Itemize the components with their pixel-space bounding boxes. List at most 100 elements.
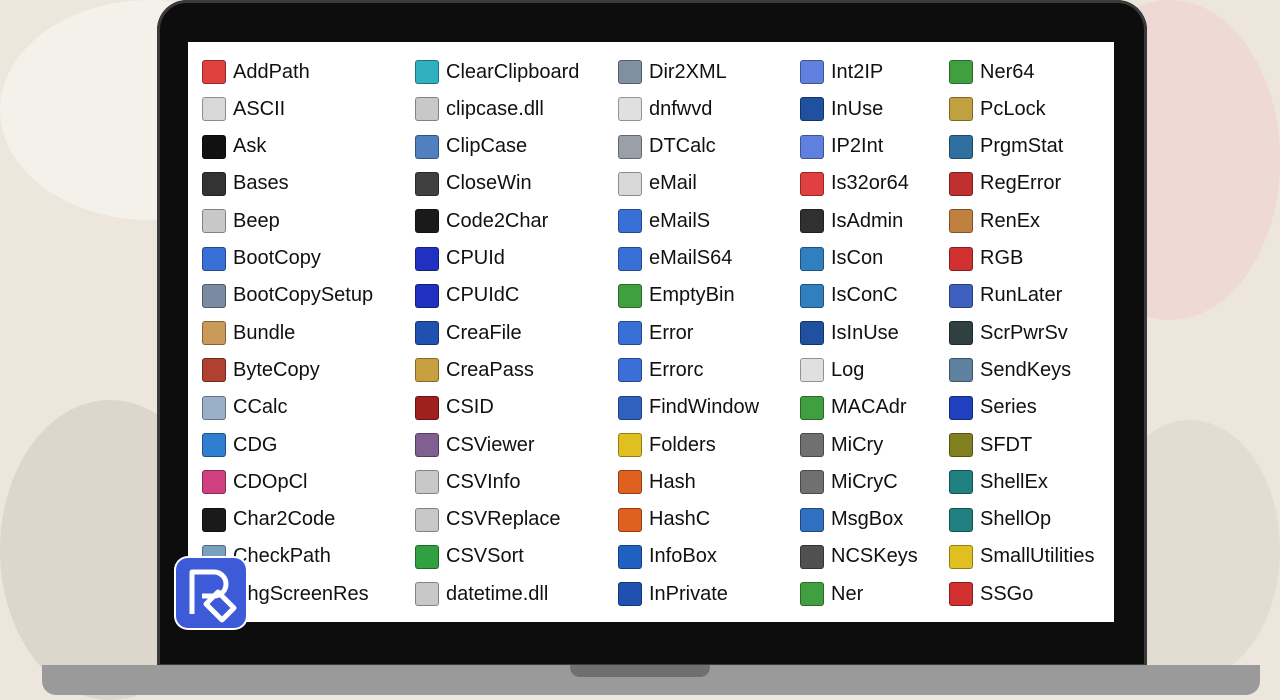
file-item[interactable]: SmallUtilities	[949, 542, 1094, 572]
file-item[interactable]: PrgmStat	[949, 132, 1063, 162]
file-item[interactable]: NCSKeys	[800, 542, 918, 572]
file-item[interactable]: Is32or64	[800, 169, 909, 199]
file-item[interactable]: InUse	[800, 94, 883, 124]
file-item[interactable]: IsInUse	[800, 318, 899, 348]
file-item[interactable]: CreaFile	[415, 318, 522, 348]
file-item-label: DTCalc	[649, 135, 716, 158]
file-item[interactable]: CPUId	[415, 244, 505, 274]
file-item[interactable]: Int2IP	[800, 57, 883, 87]
file-item[interactable]: ShellOp	[949, 505, 1051, 535]
file-item[interactable]: CDG	[202, 430, 277, 460]
file-item[interactable]: MiCryC	[800, 467, 898, 497]
csv-info-icon	[415, 470, 439, 495]
file-item[interactable]: eMailS64	[618, 244, 732, 274]
file-item[interactable]: CCalc	[202, 393, 287, 423]
file-item-label: ClearClipboard	[446, 60, 580, 83]
file-item[interactable]: clipcase.dll	[415, 94, 544, 124]
file-item[interactable]: Bundle	[202, 318, 295, 348]
file-item[interactable]: BootCopy	[202, 244, 321, 274]
file-item[interactable]: PcLock	[949, 94, 1046, 124]
file-item[interactable]: RegError	[949, 169, 1061, 199]
file-item[interactable]: ClipCase	[415, 132, 527, 162]
file-item[interactable]: Bases	[202, 169, 289, 199]
admin-icon	[800, 209, 824, 234]
file-item[interactable]: CSID	[415, 393, 494, 423]
safe-icon	[800, 470, 824, 495]
file-item[interactable]: eMailS	[618, 206, 710, 236]
file-item-label: Is32or64	[831, 172, 909, 195]
file-item[interactable]: SSGo	[949, 579, 1033, 609]
file-item-label: ShellEx	[980, 470, 1048, 493]
file-item[interactable]: Code2Char	[415, 206, 548, 236]
file-create-icon	[415, 321, 439, 346]
sort-icon	[415, 544, 439, 569]
file-item-label: MiCry	[831, 433, 884, 456]
file-item[interactable]: ScrPwrSv	[949, 318, 1068, 348]
file-item-label: InfoBox	[649, 545, 717, 568]
file-item[interactable]: datetime.dll	[415, 579, 548, 609]
file-item[interactable]: IsConC	[800, 281, 898, 311]
file-item[interactable]: Ask	[202, 132, 266, 162]
xml-icon	[618, 60, 642, 84]
file-item[interactable]: Series	[949, 393, 1037, 423]
bitness-icon	[800, 171, 824, 196]
file-item-label: Int2IP	[831, 60, 884, 83]
file-item[interactable]: IsCon	[800, 244, 883, 274]
file-item[interactable]: Errorc	[618, 355, 703, 385]
file-item[interactable]: InfoBox	[618, 542, 717, 572]
rgb-icon	[949, 246, 973, 271]
file-item[interactable]: Char2Code	[202, 505, 335, 535]
file-item[interactable]: HashC	[618, 505, 710, 535]
file-item[interactable]: MsgBox	[800, 505, 903, 535]
file-item[interactable]: Ner	[800, 579, 863, 609]
file-item[interactable]: ByteCopy	[202, 355, 320, 385]
file-item[interactable]: Ner64	[949, 57, 1034, 87]
file-item-label: CDOpCl	[233, 470, 308, 493]
network-globe-icon	[800, 283, 824, 308]
file-item[interactable]: CPUIdC	[415, 281, 519, 311]
file-item[interactable]: CSVSort	[415, 542, 524, 572]
file-item[interactable]: CSVInfo	[415, 467, 520, 497]
file-item[interactable]: ASCII	[202, 94, 285, 124]
file-item[interactable]: ShellEx	[949, 467, 1048, 497]
file-item[interactable]: Error	[618, 318, 693, 348]
file-item[interactable]: eMail	[618, 169, 697, 199]
file-item[interactable]: dnfwvd	[618, 94, 712, 124]
file-item[interactable]: CreaPass	[415, 355, 534, 385]
file-item[interactable]: IP2Int	[800, 132, 883, 162]
file-list-view: AddPath ASCII Ask Bases Beep BootCopy BootCopy…	[188, 42, 1114, 622]
file-item[interactable]: MiCry	[800, 430, 883, 460]
file-item-label: BootCopy	[233, 247, 321, 269]
file-item[interactable]: RGB	[949, 244, 1023, 274]
file-item[interactable]: InPrivate	[618, 579, 728, 609]
file-item[interactable]: RenEx	[949, 206, 1040, 236]
file-item[interactable]: SFDT	[949, 430, 1032, 460]
file-item[interactable]: Hash	[618, 467, 696, 497]
file-item-label: CCalc	[233, 396, 288, 419]
file-item[interactable]: CSViewer	[415, 430, 535, 460]
file-item[interactable]: DTCalc	[618, 132, 716, 162]
file-item[interactable]: Log	[800, 355, 864, 385]
file-item[interactable]: IsAdmin	[800, 206, 903, 236]
file-item[interactable]: RunLater	[949, 281, 1062, 311]
file-item[interactable]: MACAdr	[800, 393, 907, 423]
file-item[interactable]: SendKeys	[949, 355, 1071, 385]
inuse-icon	[800, 97, 824, 122]
file-item[interactable]: ClearClipboard	[415, 57, 579, 87]
dna-icon	[949, 433, 973, 457]
file-item-label: ASCII	[233, 97, 286, 120]
file-item[interactable]: Beep	[202, 206, 280, 236]
file-item[interactable]: AddPath	[202, 57, 310, 87]
file-item[interactable]: CSVReplace	[415, 505, 561, 535]
file-item[interactable]: Dir2XML	[618, 57, 727, 87]
tools-icon	[202, 358, 226, 383]
file-item[interactable]: CloseWin	[415, 169, 532, 199]
file-item[interactable]: FindWindow	[618, 393, 759, 423]
file-item-label: SmallUtilities	[980, 545, 1095, 568]
file-item[interactable]: Folders	[618, 430, 716, 460]
magnifier-icon	[949, 134, 973, 159]
file-item[interactable]: BootCopySetup	[202, 281, 373, 311]
file-item[interactable]: CDOpCl	[202, 467, 307, 497]
file-item-label: datetime.dll	[446, 582, 549, 605]
file-item[interactable]: EmptyBin	[618, 281, 735, 311]
